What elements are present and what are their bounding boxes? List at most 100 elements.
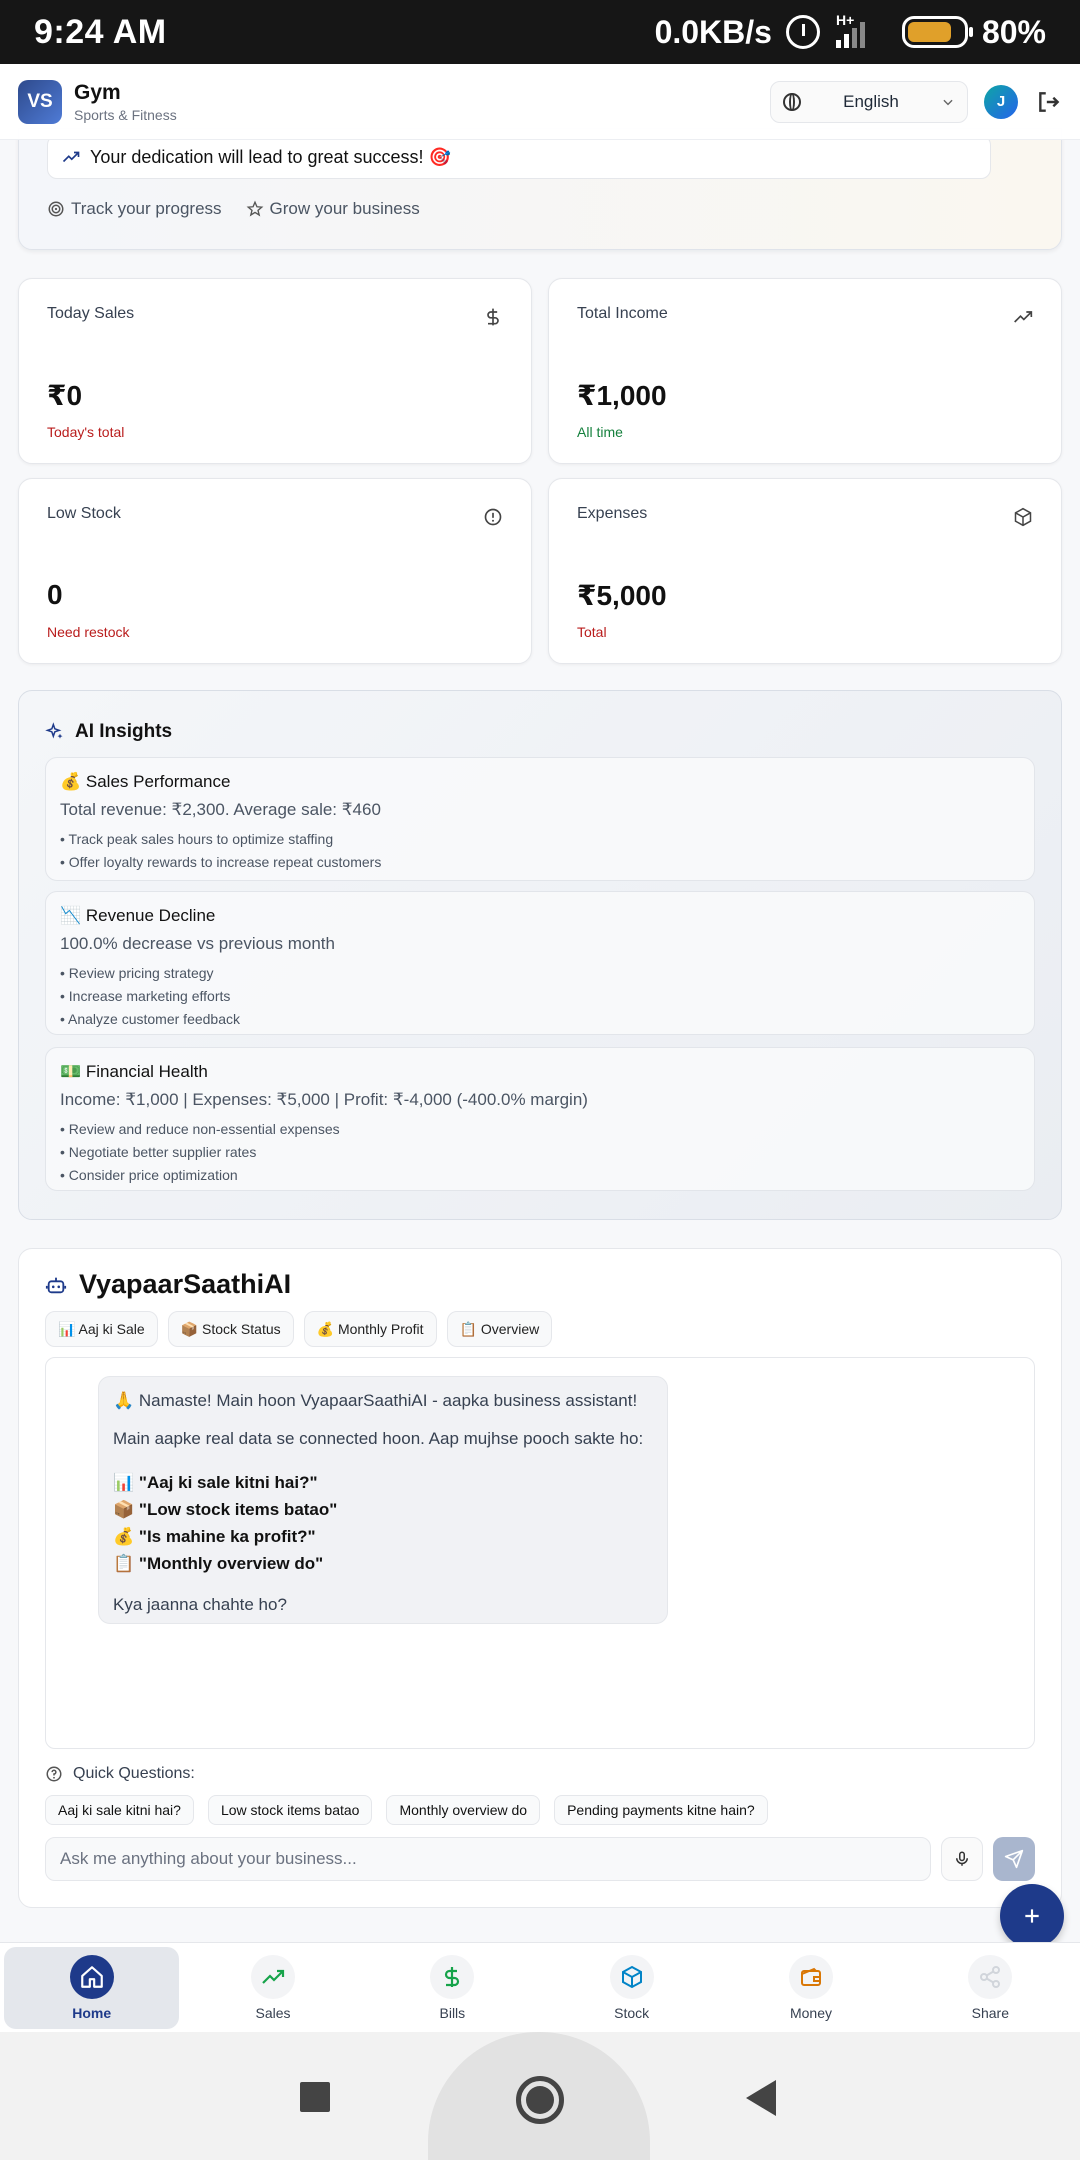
status-right: 0.0KB/s H+ 80% <box>655 12 1046 52</box>
status-bar: 9:24 AM 0.0KB/s H+ 80% <box>0 0 1080 64</box>
insight-points: • Track peak sales hours to optimize sta… <box>60 828 1020 874</box>
message-greeting: 🙏 Namaste! Main hoon VyapaarSaathiAI - a… <box>113 1391 638 1410</box>
chip-aaj-ki-sale[interactable]: 📊 Aaj ki Sale <box>45 1311 158 1347</box>
chat-input-row <box>45 1837 1035 1881</box>
insight-title: 💰 Sales Performance <box>60 772 231 791</box>
nav-label: Bills <box>439 2005 466 2021</box>
quick-questions-header: Quick Questions: <box>45 1765 195 1783</box>
bottom-nav: Home Sales Bills Stock Money Share <box>0 1942 1080 2032</box>
quick-question-button[interactable]: Monthly overview do <box>386 1795 541 1825</box>
quick-question-button[interactable]: Aaj ki sale kitni hai? <box>45 1795 194 1825</box>
message-suggestions: 📊 "Aaj ki sale kitni hai?" 📦 "Low stock … <box>113 1469 653 1577</box>
insight-desc: 100.0% decrease vs previous month <box>60 934 335 953</box>
stat-title: Total Income <box>577 305 668 322</box>
logout-icon[interactable] <box>1036 89 1062 115</box>
insight-title: 📉 Revenue Decline <box>60 906 216 925</box>
nav-home[interactable]: Home <box>4 1947 180 2029</box>
insight-point: • Review and reduce non-essential expens… <box>60 1121 340 1137</box>
system-nav-bar <box>0 2032 1080 2160</box>
nav-stock[interactable]: Stock <box>542 1943 721 2033</box>
insight-points: • Review and reduce non-essential expens… <box>60 1118 1020 1187</box>
insight-point: • Consider price optimization <box>60 1167 238 1183</box>
quote-text: Your dedication will lead to great succe… <box>90 146 451 167</box>
stat-value: ₹5,000 <box>577 580 667 611</box>
chip-overview[interactable]: 📋 Overview <box>446 1311 553 1347</box>
nav-money[interactable]: Money <box>721 1943 900 2033</box>
language-select[interactable]: English <box>770 80 968 123</box>
message-suggestion: 📋 "Monthly overview do" <box>113 1554 324 1573</box>
insight-point: • Analyze customer feedback <box>60 1011 240 1027</box>
sparkles-icon <box>45 722 63 739</box>
insight-desc: Total revenue: ₹2,300. Average sale: ₹46… <box>60 800 381 819</box>
nav-bills[interactable]: Bills <box>363 1943 542 2033</box>
stat-card-today-sales[interactable]: Today Sales ₹0 Today's total <box>18 278 532 464</box>
nav-label: Stock <box>614 2005 650 2021</box>
nav-share[interactable]: Share <box>901 1943 1080 2033</box>
nav-label: Sales <box>255 2005 291 2021</box>
dollar-icon <box>430 1955 475 1999</box>
quick-questions-title: Quick Questions: <box>73 1765 195 1782</box>
stat-card-low-stock[interactable]: Low Stock 0 Need restock <box>18 478 532 664</box>
trending-up-icon <box>62 151 80 163</box>
quick-questions: Aaj ki sale kitni hai? Low stock items b… <box>45 1795 768 1825</box>
insight-desc: Income: ₹1,000 | Expenses: ₹5,000 | Prof… <box>60 1090 588 1109</box>
quick-question-button[interactable]: Low stock items batao <box>207 1795 373 1825</box>
chip-monthly-profit[interactable]: 💰 Monthly Profit <box>303 1311 437 1347</box>
assistant-title: VyapaarSaathiAI <box>79 1269 292 1299</box>
globe-icon <box>783 92 801 111</box>
send-button[interactable] <box>993 1837 1035 1881</box>
business-logo[interactable]: VS <box>18 79 62 124</box>
motivation-quote: Your dedication will lead to great succe… <box>47 135 991 179</box>
motivation-card: Your dedication will lead to great succe… <box>18 128 1062 250</box>
back-icon[interactable] <box>746 2080 776 2116</box>
stat-card-total-income[interactable]: Total Income ₹1,000 All time <box>548 278 1062 464</box>
bot-icon <box>45 1277 67 1293</box>
stat-note: All time <box>577 424 623 440</box>
business-info: Gym Sports & Fitness <box>74 81 177 123</box>
dollar-icon <box>487 308 499 326</box>
mic-icon <box>956 1851 968 1866</box>
assistant-chips: 📊 Aaj ki Sale 📦 Stock Status 💰 Monthly P… <box>45 1311 553 1347</box>
send-icon <box>1004 1849 1024 1869</box>
quick-question-button[interactable]: Pending payments kitne hain? <box>554 1795 768 1825</box>
message-suggestion: 💰 "Is mahine ka profit?" <box>113 1527 316 1546</box>
business-category: Sports & Fitness <box>74 106 177 123</box>
stat-title: Today Sales <box>47 305 135 322</box>
message-closing: Kya jaanna chahte ho? <box>113 1595 287 1614</box>
insight-point: • Increase marketing efforts <box>60 988 231 1004</box>
mic-button[interactable] <box>941 1837 983 1881</box>
alert-circle-icon <box>484 508 502 526</box>
chip-stock-status[interactable]: 📦 Stock Status <box>167 1311 294 1347</box>
home-circle-icon[interactable] <box>516 2076 564 2124</box>
star-icon <box>246 200 263 217</box>
hero-pills: Track your progress Grow your business <box>47 199 420 219</box>
add-fab-button[interactable] <box>1000 1884 1064 1948</box>
trending-up-icon <box>1014 311 1033 323</box>
insight-card-financial-health: 💵 Financial Health Income: ₹1,000 | Expe… <box>45 1047 1035 1191</box>
assistant-panel: VyapaarSaathiAI 📊 Aaj ki Sale 📦 Stock St… <box>18 1248 1062 1908</box>
battery-icon <box>901 16 973 48</box>
help-circle-icon <box>46 1766 62 1782</box>
stat-value: 0 <box>47 579 63 610</box>
insight-point: • Review pricing strategy <box>60 965 214 981</box>
stat-card-expenses[interactable]: Expenses ₹5,000 Total <box>548 478 1062 664</box>
recents-icon[interactable] <box>300 2082 330 2112</box>
insight-point: • Negotiate better supplier rates <box>60 1144 257 1160</box>
language-value: English <box>843 91 899 111</box>
stat-value: ₹0 <box>47 380 83 411</box>
status-time: 9:24 AM <box>34 12 167 51</box>
track-progress-pill: Track your progress <box>47 199 222 219</box>
battery-level: 80% <box>981 13 1046 50</box>
message-intro: Main aapke real data se connected hoon. … <box>113 1429 644 1448</box>
chat-messages[interactable]: 🙏 Namaste! Main hoon VyapaarSaathiAI - a… <box>45 1357 1035 1749</box>
box-icon <box>609 1955 654 1999</box>
user-avatar[interactable]: J <box>984 84 1018 119</box>
nav-sales[interactable]: Sales <box>183 1943 362 2033</box>
wallet-icon <box>788 1955 833 1999</box>
nav-label: Share <box>971 2005 1009 2021</box>
insight-title: 💵 Financial Health <box>60 1062 208 1081</box>
chat-input[interactable] <box>45 1837 931 1881</box>
insight-card-sales-performance: 💰 Sales Performance Total revenue: ₹2,30… <box>45 757 1035 881</box>
insight-point: • Track peak sales hours to optimize sta… <box>60 831 334 847</box>
home-icon <box>69 1955 114 1999</box>
